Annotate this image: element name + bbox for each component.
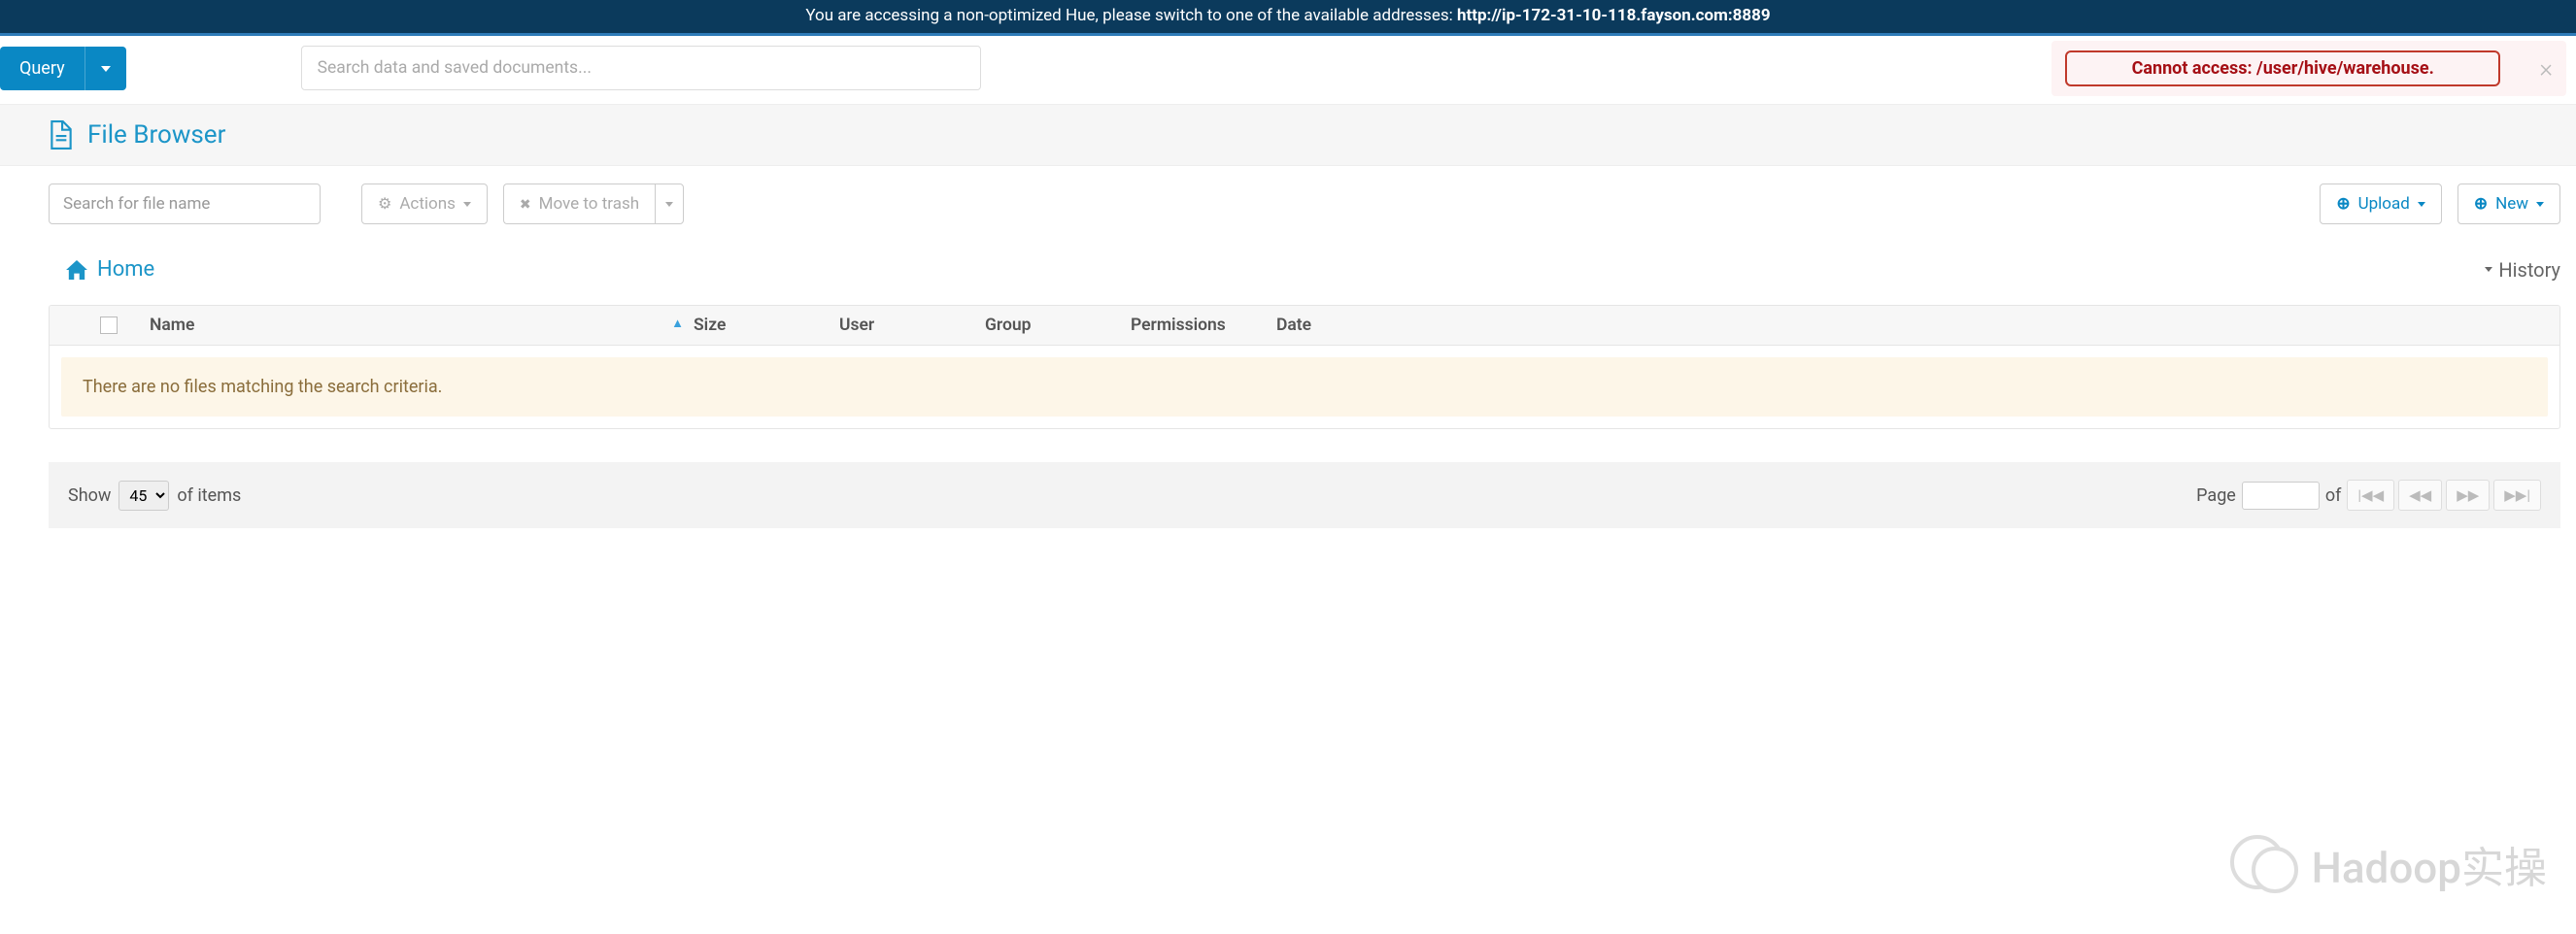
plus-icon — [2474, 194, 2488, 214]
next-page-button[interactable]: ▶▶ — [2446, 480, 2490, 511]
of-label: of — [2325, 485, 2342, 506]
column-permissions[interactable]: Permissions — [1131, 316, 1276, 335]
trash-button-group: Move to trash — [503, 183, 684, 224]
action-bar: Actions Move to trash Upload New — [49, 183, 2560, 224]
page-number-input[interactable] — [2242, 482, 2320, 510]
actions-dropdown[interactable]: Actions — [361, 183, 488, 224]
home-icon — [66, 260, 87, 280]
page-title-text: File Browser — [87, 120, 225, 150]
column-date[interactable]: Date — [1276, 316, 1422, 335]
optimization-banner: You are accessing a non-optimized Hue, p… — [0, 0, 2576, 33]
page-label: Page — [2196, 485, 2236, 506]
first-page-button[interactable]: |◀◀ — [2347, 480, 2394, 511]
pager-buttons: |◀◀ ◀◀ ▶▶ ▶▶| — [2347, 480, 2541, 511]
column-name[interactable]: Name▲ — [150, 316, 694, 335]
upload-button[interactable]: Upload — [2320, 183, 2441, 224]
error-message: Cannot access: /user/hive/warehouse. — [2065, 50, 2500, 86]
of-items-label: of items — [177, 485, 241, 506]
trash-dropdown-button[interactable] — [655, 183, 684, 224]
page-size-select[interactable]: 45 — [119, 481, 169, 511]
prev-page-button[interactable]: ◀◀ — [2398, 480, 2442, 511]
sort-asc-icon: ▲ — [671, 316, 684, 331]
table-header: Name▲ Size User Group Permissions Date — [50, 306, 2559, 346]
select-all-checkbox[interactable] — [100, 317, 118, 334]
global-search-input[interactable] — [301, 46, 981, 90]
new-button[interactable]: New — [2457, 183, 2560, 224]
column-user[interactable]: User — [839, 316, 985, 335]
content-area: Actions Move to trash Upload New Home Hi… — [0, 166, 2576, 528]
file-table: Name▲ Size User Group Permissions Date T… — [49, 305, 2560, 429]
select-all-cell — [67, 317, 150, 334]
upload-icon — [2336, 194, 2350, 214]
column-size[interactable]: Size — [694, 316, 839, 335]
page-header: File Browser — [0, 104, 2576, 166]
caret-down-icon — [2536, 202, 2544, 207]
page-title: File Browser — [49, 105, 2560, 165]
show-label: Show — [68, 485, 111, 506]
pagination-bar: Show 45 of items Page of |◀◀ ◀◀ ▶▶ ▶▶| — [49, 462, 2560, 528]
gear-icon — [378, 194, 391, 214]
caret-down-icon — [463, 202, 471, 207]
caret-down-icon — [2418, 202, 2425, 207]
banner-address: http://ip-172-31-10-118.fayson.com:8889 — [1457, 6, 1771, 25]
query-button-group: Query — [0, 47, 126, 90]
x-icon — [520, 194, 531, 214]
history-toggle[interactable]: History — [2485, 258, 2560, 282]
query-button[interactable]: Query — [0, 47, 85, 90]
caret-down-icon — [2485, 267, 2492, 272]
caret-down-icon — [101, 66, 111, 72]
error-alert: Cannot access: /user/hive/warehouse. × — [2051, 41, 2566, 96]
watermark: Hadoop实操 — [2230, 833, 2547, 895]
caret-down-icon — [665, 202, 673, 207]
file-icon — [49, 120, 74, 150]
close-alert-button[interactable]: × — [2539, 54, 2553, 83]
last-page-button[interactable]: ▶▶| — [2493, 480, 2541, 511]
breadcrumb-row: Home History — [66, 257, 2560, 282]
empty-results-message: There are no files matching the search c… — [61, 357, 2548, 417]
move-to-trash-button[interactable]: Move to trash — [503, 183, 655, 224]
column-group[interactable]: Group — [985, 316, 1131, 335]
wechat-icon — [2230, 835, 2298, 893]
query-dropdown-button[interactable] — [85, 47, 126, 90]
home-link[interactable]: Home — [66, 257, 154, 282]
main-toolbar: Query Cannot access: /user/hive/warehous… — [0, 36, 2576, 104]
file-search-input[interactable] — [49, 183, 321, 224]
banner-text: You are accessing a non-optimized Hue, p… — [805, 6, 1457, 25]
